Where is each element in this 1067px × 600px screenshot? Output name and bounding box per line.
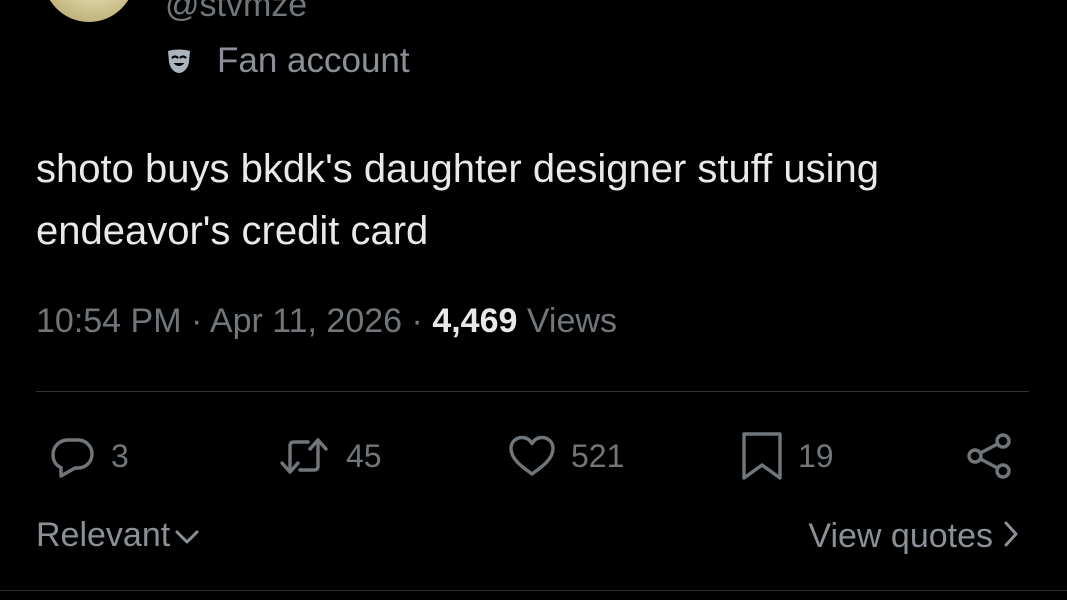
- retweet-count: 45: [346, 437, 382, 474]
- bookmark-button[interactable]: 19: [740, 430, 834, 482]
- avatar[interactable]: [43, 0, 135, 22]
- bottom-divider: [0, 590, 1067, 591]
- views-label[interactable]: Views: [527, 302, 617, 340]
- chevron-right-icon: [993, 516, 1019, 557]
- meta-separator: ·: [411, 302, 423, 340]
- bookmark-icon: [740, 430, 784, 482]
- author-handle[interactable]: @stvmze: [165, 0, 307, 25]
- sort-label: Relevant: [36, 516, 171, 554]
- like-count: 521: [571, 437, 625, 474]
- action-bar: 3 45 521 19: [0, 430, 1067, 482]
- view-quotes-link[interactable]: View quotes: [808, 516, 1019, 557]
- meta-separator: ·: [190, 302, 203, 340]
- share-icon: [964, 431, 1014, 481]
- retweet-button[interactable]: 45: [276, 430, 382, 482]
- bookmark-count: 19: [798, 437, 834, 474]
- views-count[interactable]: 4,469: [432, 302, 517, 340]
- divider: [36, 391, 1029, 392]
- reply-button[interactable]: 3: [49, 430, 129, 482]
- fan-account-text: Fan account: [217, 41, 410, 80]
- theater-mask-icon: [165, 47, 193, 75]
- retweet-icon: [276, 432, 332, 480]
- fan-account-label: Fan account: [165, 40, 410, 82]
- tweet-meta: 10:54 PM · Apr 11, 2026 · 4,469 Views: [36, 302, 617, 341]
- reply-icon: [49, 432, 97, 480]
- view-quotes-label: View quotes: [808, 517, 993, 555]
- share-button[interactable]: [964, 430, 1014, 482]
- footer-row: Relevant View quotes: [0, 516, 1067, 562]
- tweet-date[interactable]: Apr 11, 2026: [210, 302, 402, 340]
- reply-count: 3: [111, 437, 129, 474]
- heart-icon: [507, 432, 557, 480]
- tweet-time[interactable]: 10:54 PM: [36, 302, 182, 340]
- sort-dropdown[interactable]: Relevant: [36, 516, 200, 555]
- chevron-down-icon: [170, 516, 200, 555]
- tweet-text: shoto buys bkdk's daughter designer stuf…: [36, 147, 879, 253]
- like-button[interactable]: 521: [507, 430, 624, 482]
